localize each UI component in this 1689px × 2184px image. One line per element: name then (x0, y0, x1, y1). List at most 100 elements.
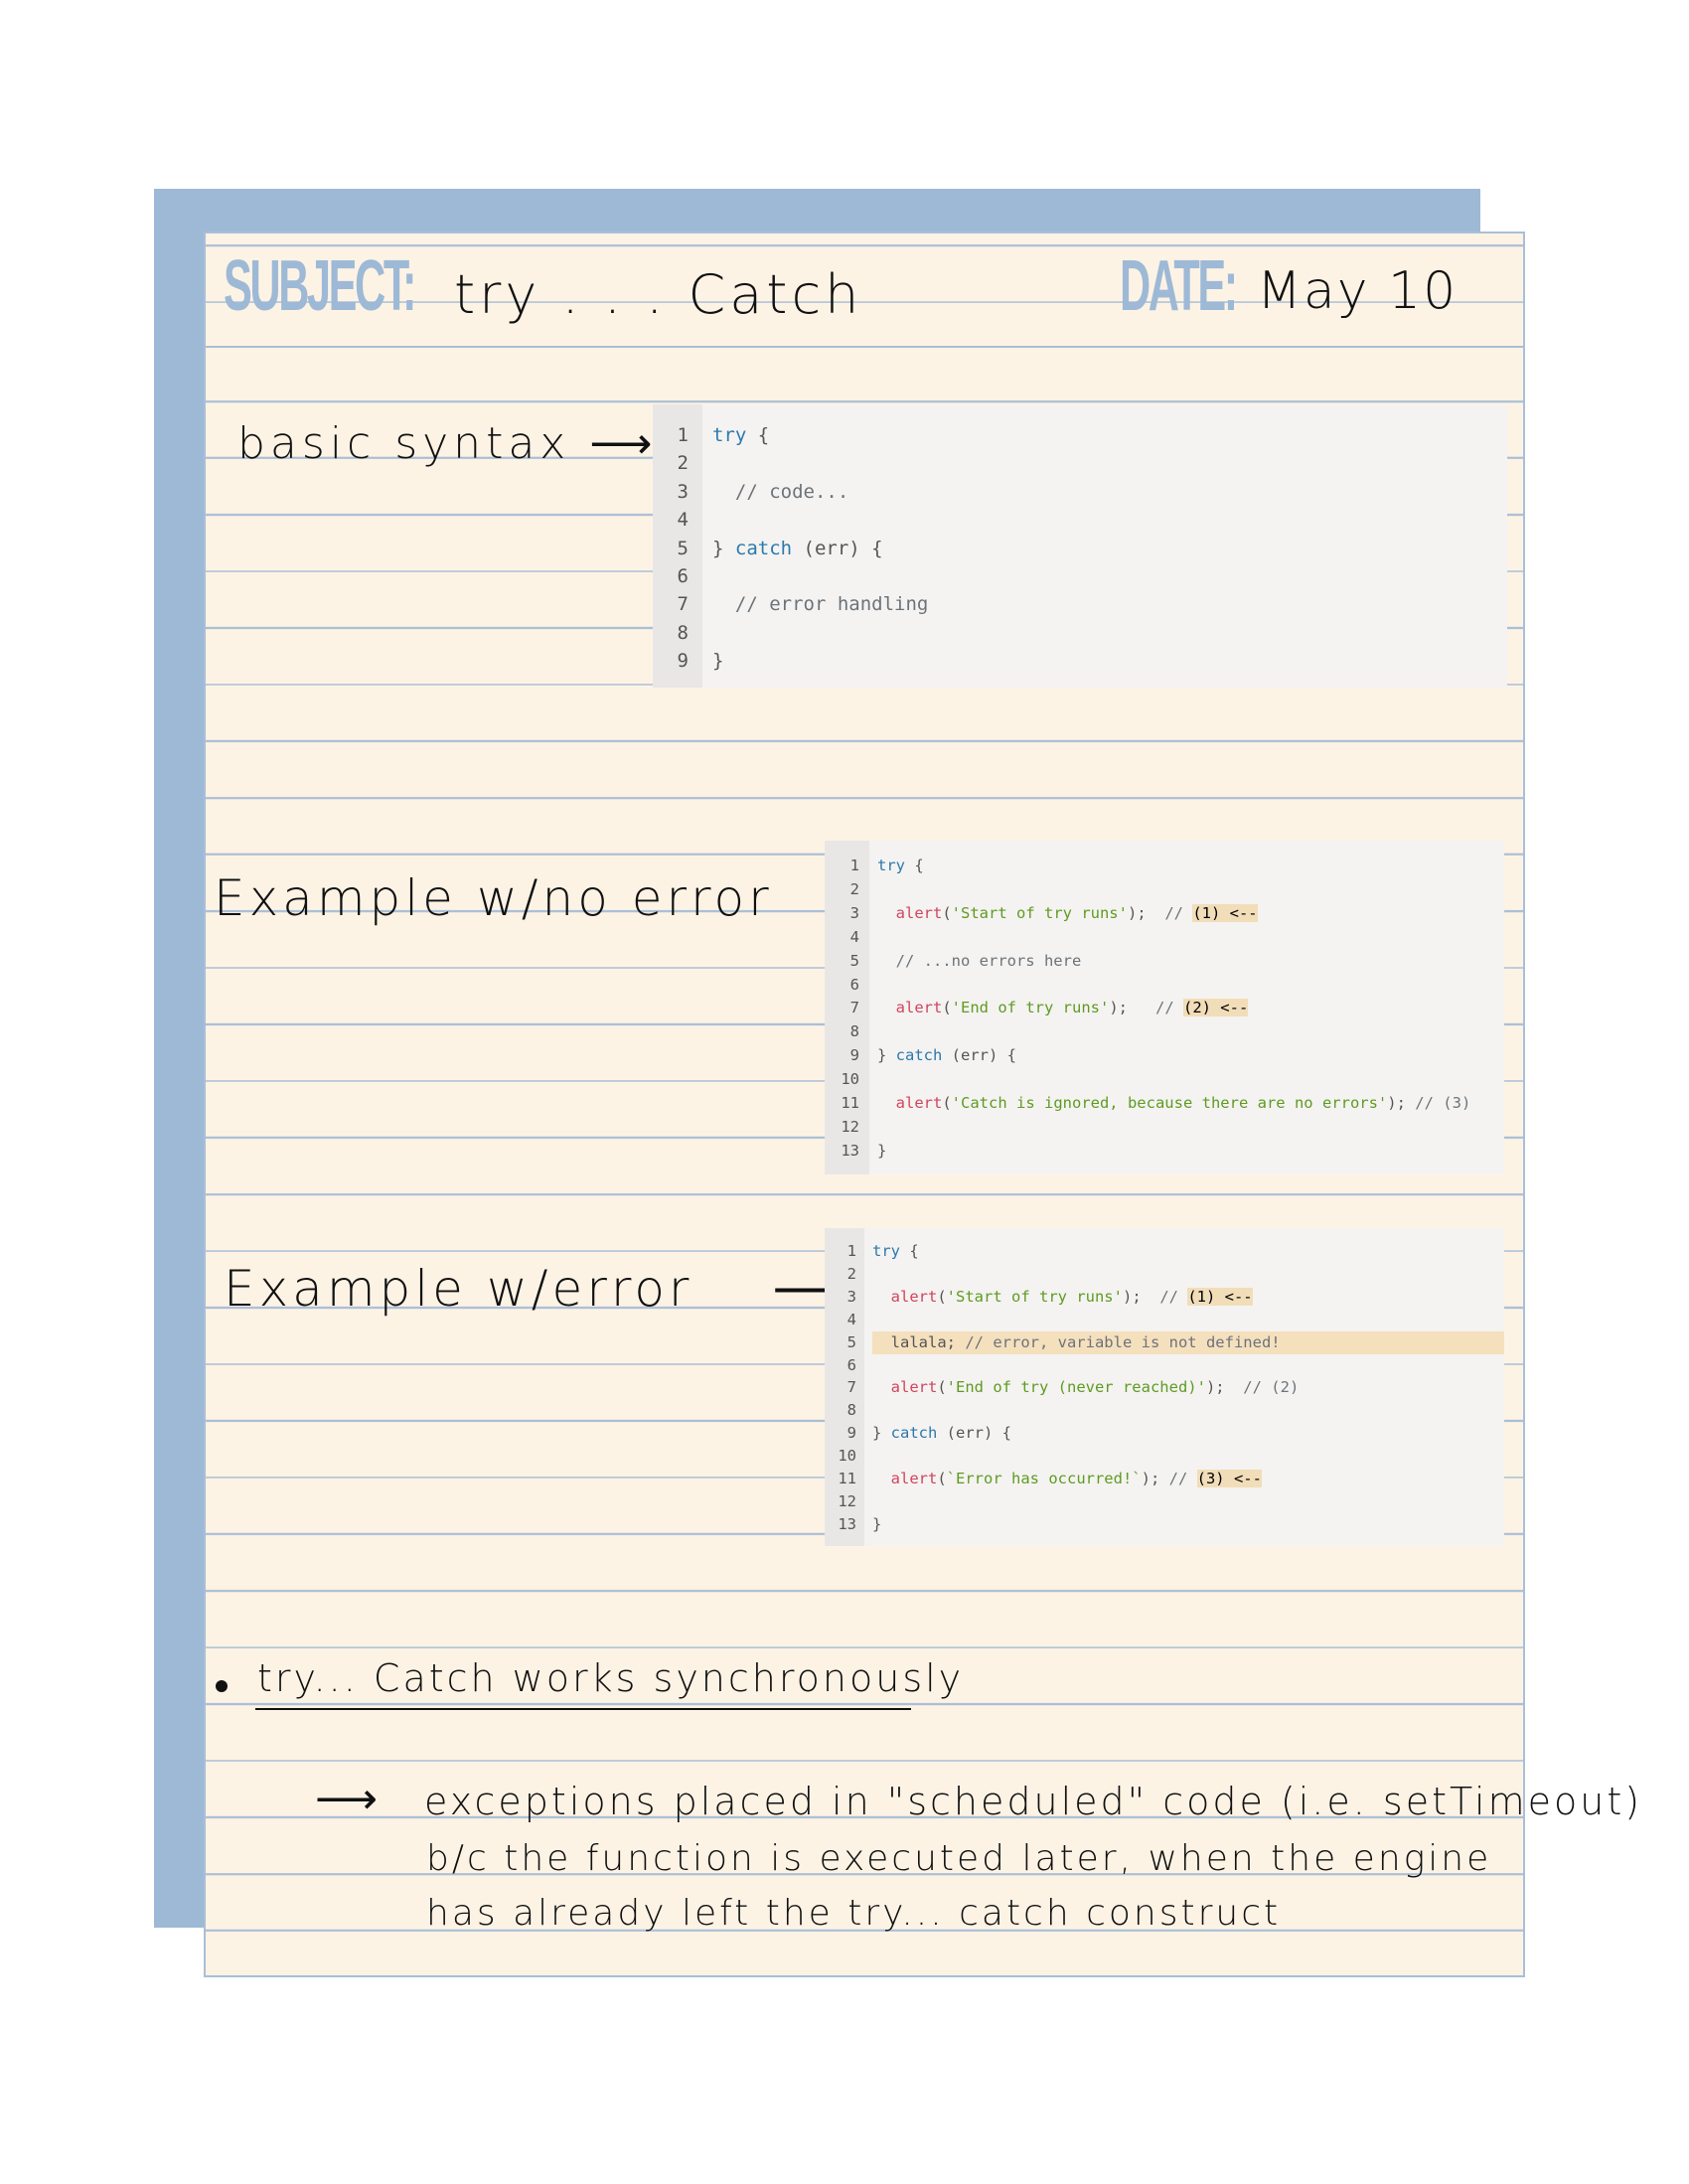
line-number: 13 (838, 1514, 856, 1533)
code-token: } (712, 537, 735, 559)
code-line: // ...no errors here (877, 950, 1504, 974)
note-line-1: exceptions placed in "scheduled" code (i… (424, 1780, 1643, 1823)
code-line: } catch (err) { (712, 535, 1507, 562)
code-line: } catch (err) { (877, 1044, 1504, 1068)
code-line: alert(`Error has occurred!`); // (3) <-- (872, 1468, 1504, 1490)
line-number: 8 (677, 621, 689, 644)
code-token: // (1164, 903, 1193, 922)
code-token: { (746, 424, 770, 446)
code-line: alert('Start of try runs'); // (1) <-- (877, 902, 1504, 926)
code-token: try (877, 857, 905, 874)
code-line: } (877, 1140, 1504, 1164)
line-number: 10 (838, 1447, 856, 1466)
line-number: 11 (838, 1470, 856, 1488)
arrow-right-icon: ⟶ (589, 418, 658, 469)
code-token: // (1168, 1470, 1197, 1488)
line-number: 6 (677, 565, 689, 588)
line-number: 9 (677, 650, 689, 673)
code-token: // error, variable is not defined! (965, 1332, 1281, 1351)
code-token: } (877, 1046, 896, 1065)
code-body: try { alert('Start of try runs'); // (1)… (864, 1228, 1504, 1546)
code-token: (err) { (942, 1046, 1016, 1065)
code-token: ( (937, 1470, 947, 1488)
code-line: lalala; // error, variable is not define… (872, 1330, 1504, 1354)
code-token: `Error has occurred!` (946, 1470, 1142, 1488)
code-token: } (872, 1424, 891, 1443)
code-token: // ...no errors here (877, 951, 1082, 970)
code-line: try { (877, 855, 1504, 878)
line-number: 10 (841, 1070, 859, 1089)
line-number: 7 (846, 1378, 856, 1397)
code-token: lalala; (872, 1332, 966, 1351)
code-token: 'Start of try runs' (946, 1287, 1123, 1306)
example-no-error-label: Example w/no error ⟶ (214, 869, 897, 927)
code-token: } (872, 1514, 882, 1533)
code-token: alert (877, 999, 943, 1017)
line-number: 9 (846, 1424, 856, 1443)
code-body: try { // code... } catch (err) { // erro… (702, 404, 1507, 688)
line-number: 5 (677, 537, 689, 559)
line-number: 2 (846, 1264, 856, 1283)
code-token: catch (895, 1046, 943, 1065)
code-token: } (712, 650, 724, 673)
code-token: 'End of try (never reached)' (946, 1378, 1206, 1397)
code-token: catch (890, 1424, 938, 1443)
example-with-error-text: Example w/error (224, 1260, 693, 1318)
line-number: 6 (849, 975, 859, 994)
line-number: 6 (846, 1355, 856, 1374)
header-divider (206, 346, 1523, 348)
line-number: 7 (677, 593, 689, 616)
code-token: 'End of try runs' (951, 999, 1110, 1017)
line-number: 5 (846, 1332, 856, 1351)
note-line-3: has already left the try... catch constr… (426, 1893, 1282, 1934)
code-token: // (2) (1243, 1378, 1300, 1397)
code-line: try { (712, 421, 1507, 449)
line-number-gutter: 1 2 3 4 5 6 7 8 9 10 11 12 13 (825, 841, 869, 1174)
line-number: 13 (841, 1141, 859, 1160)
line-number: 3 (849, 903, 859, 922)
basic-syntax-text: basic syntax (237, 418, 571, 469)
code-line: } (872, 1513, 1504, 1536)
code-line: // error handling (712, 590, 1507, 618)
line-number: 8 (846, 1401, 856, 1420)
code-block-with-error: 1 2 3 4 5 6 7 8 9 10 11 12 13 try { alert('Start of … (825, 1228, 1504, 1546)
code-token: alert (872, 1378, 938, 1397)
subject-label: SUBJECT: (224, 246, 416, 326)
code-token: ); (1122, 1287, 1160, 1306)
line-number: 4 (677, 509, 689, 532)
code-token: ( (937, 1378, 947, 1397)
note-underline (255, 1708, 911, 1710)
line-number: 4 (849, 927, 859, 946)
code-token: ( (937, 1287, 947, 1306)
line-number: 11 (841, 1094, 859, 1113)
code-line: alert('Start of try runs'); // (1) <-- (872, 1286, 1504, 1309)
line-number: 12 (838, 1491, 856, 1510)
code-token: try (872, 1242, 900, 1260)
code-token: ); (1205, 1378, 1244, 1397)
code-line: // code... (712, 478, 1507, 506)
line-number: 1 (677, 424, 689, 446)
note-line-2: b/c the function is executed later, when… (426, 1838, 1492, 1879)
code-token: // (1154, 999, 1183, 1017)
note-bullet-text: try... Catch works synchronously (257, 1656, 965, 1700)
code-line: try { (872, 1240, 1504, 1263)
code-token: (err) { (792, 537, 883, 559)
code-token: // code... (712, 480, 849, 503)
line-number: 1 (849, 857, 859, 874)
code-token: ( (942, 1094, 952, 1113)
code-token: (err) { (937, 1424, 1011, 1443)
basic-syntax-label: basic syntax ⟶ (237, 418, 657, 469)
code-token: 'Start of try runs' (951, 903, 1128, 922)
code-block-basic-syntax: 1 2 3 4 5 6 7 8 9 try { // code... } catch (err)… (653, 404, 1507, 688)
bullet-icon (216, 1680, 228, 1692)
line-number: 12 (841, 1117, 859, 1136)
code-token: alert (872, 1470, 938, 1488)
